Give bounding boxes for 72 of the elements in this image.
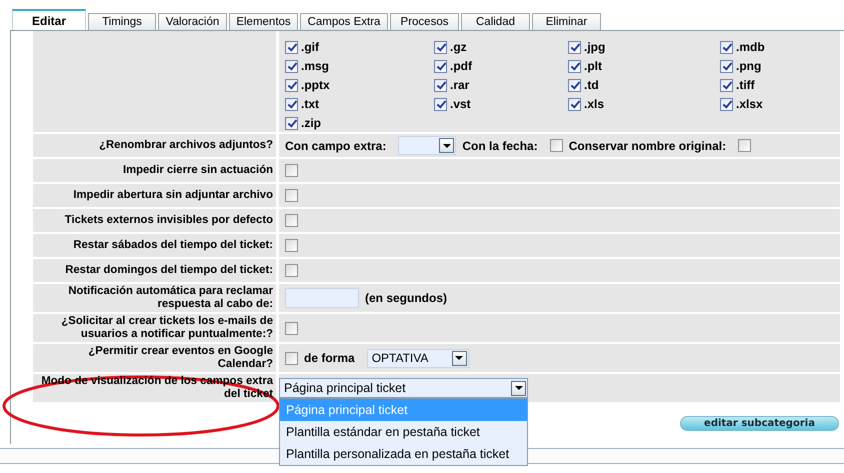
select-field[interactable]: Página principal ticket [279,378,528,398]
checkbox[interactable] [568,98,581,110]
tab[interactable]: Campos Extra [300,13,388,30]
field-label: de forma [304,351,355,365]
field-label: Conservar nombre original: [568,138,726,152]
checkbox[interactable] [434,40,447,54]
extension-label: .plt [584,59,602,73]
tab[interactable]: Procesos [390,13,459,30]
tab[interactable]: Editar [12,9,86,30]
checkbox[interactable] [720,98,733,110]
extension-label: .xls [584,97,604,111]
checkbox[interactable] [285,164,298,177]
extension-label: .rar [450,78,470,92]
checkbox[interactable] [285,322,298,334]
setting-label: ¿Permitir crear eventos en Google Calendar? [33,344,276,372]
checkbox[interactable] [285,264,298,277]
checkbox[interactable] [285,189,298,202]
extension-label: .gif [301,40,319,54]
extension-label: .txt [301,97,319,111]
extension-label: .xlsx [736,97,763,111]
select-field[interactable]: OPTATIVA [366,348,469,368]
checkbox[interactable] [434,78,447,92]
field-label: Con la fecha: [462,138,538,152]
setting-label: ¿Solicitar al crear tickets los e-mails de usuarios a notificar puntualmente:? [33,314,276,342]
checkbox[interactable] [285,40,298,54]
checkbox[interactable] [568,60,581,72]
extension-label: .msg [301,59,330,73]
checkbox[interactable] [285,352,298,364]
extension-label: .png [736,59,762,73]
extension-label: .td [584,78,599,92]
extension-label: .mdb [736,40,765,54]
dropdown-option[interactable]: Plantilla personalizada en pestaña ticket [280,443,527,465]
tab[interactable]: Timings [88,13,156,30]
checkbox[interactable] [720,40,733,54]
extension-label: .gz [450,40,467,54]
checkbox[interactable] [550,139,563,152]
checkbox[interactable] [568,78,581,92]
input-field[interactable] [285,288,359,308]
setting-label: Restar domingos del tiempo del ticket: [33,259,276,282]
extension-label: .zip [301,116,321,130]
select-field[interactable] [398,136,456,155]
tab[interactable]: Elementos [229,13,298,30]
setting-label: ¿Renombrar archivos adjuntos? [33,134,276,157]
tab[interactable]: Eliminar [532,13,601,30]
extension-label: .vst [450,97,471,111]
field-label: Con campo extra: [285,138,386,152]
checkbox[interactable] [720,60,733,72]
tab[interactable]: Valoración [158,13,227,30]
checkbox[interactable] [568,40,581,54]
setting-label: Impedir cierre sin actuación [33,159,276,182]
checkbox[interactable] [285,98,298,110]
checkbox[interactable] [738,139,752,152]
checkbox[interactable] [434,60,447,72]
setting-label: Notificación automática para reclamar respuesta al cabo de: [33,284,276,312]
setting-label: Impedir abertura sin adjuntar archivo [33,184,276,207]
dropdown-option[interactable]: Plantilla estándar en pestaña ticket [280,421,527,443]
checkbox[interactable] [285,78,298,92]
extension-label: .pdf [450,59,472,73]
checkbox[interactable] [285,239,298,252]
tab[interactable]: Calidad [461,13,530,30]
extension-label: .tiff [736,78,755,92]
setting-label: Tickets externos invisibles por defecto [33,209,276,232]
checkbox[interactable] [285,116,298,130]
extension-label: .pptx [301,78,330,92]
field-label: (en segundos) [365,291,448,305]
checkbox[interactable] [285,60,298,72]
edit-subcategory-button[interactable]: editar subcategoria [680,416,839,431]
setting-label: Restar sábados del tiempo del ticket: [33,234,276,257]
checkbox[interactable] [434,98,447,110]
checkbox[interactable] [720,78,733,92]
extension-label: .jpg [584,40,606,54]
checkbox[interactable] [285,214,298,227]
